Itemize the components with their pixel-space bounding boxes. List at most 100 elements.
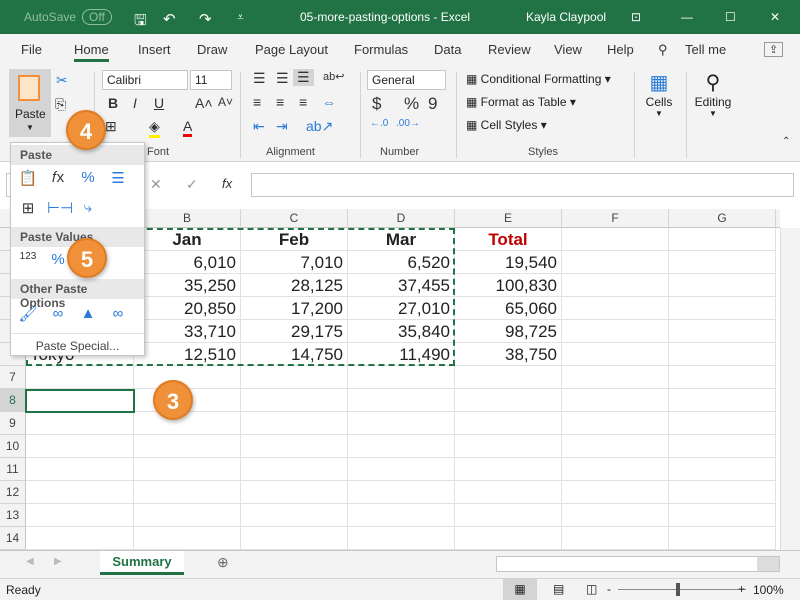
- editing-button[interactable]: ⚲ Editing ▼: [692, 70, 734, 118]
- cell[interactable]: [26, 366, 134, 389]
- formula-input[interactable]: [251, 173, 794, 197]
- page-break-view-icon[interactable]: ◫: [586, 582, 597, 596]
- prev-sheet-icon[interactable]: ◀: [26, 556, 34, 567]
- column-header-f[interactable]: F: [562, 209, 669, 228]
- cell[interactable]: [669, 297, 776, 320]
- values-number-format-icon[interactable]: %: [47, 251, 69, 275]
- cell[interactable]: [134, 412, 241, 435]
- paste-formulas-number-format-icon[interactable]: %: [77, 169, 99, 193]
- cell[interactable]: [241, 412, 348, 435]
- cell[interactable]: [562, 297, 669, 320]
- conditional-formatting-button[interactable]: ▦ Conditional Formatting ▾: [466, 72, 611, 86]
- vertical-scrollbar[interactable]: [780, 228, 800, 550]
- cell[interactable]: 38,750: [455, 343, 562, 366]
- increase-font-icon[interactable]: A˄: [195, 95, 213, 111]
- cell[interactable]: [669, 435, 776, 458]
- decrease-font-icon[interactable]: A˅: [218, 95, 233, 109]
- zoom-slider-thumb[interactable]: [676, 583, 680, 596]
- column-header-b[interactable]: B: [134, 209, 241, 228]
- cell[interactable]: [348, 435, 455, 458]
- column-header-d[interactable]: D: [348, 209, 455, 228]
- cell[interactable]: 19,540: [455, 251, 562, 274]
- no-borders-icon[interactable]: ⊞: [17, 199, 39, 223]
- page-layout-view-icon[interactable]: ▤: [553, 582, 564, 596]
- bold-icon[interactable]: B: [108, 95, 118, 111]
- cell[interactable]: [669, 504, 776, 527]
- cell[interactable]: [455, 412, 562, 435]
- cell[interactable]: [455, 366, 562, 389]
- font-size-select[interactable]: 11: [190, 70, 232, 90]
- cell[interactable]: [26, 481, 134, 504]
- cell-styles-button[interactable]: ▦ Cell Styles ▾: [466, 118, 547, 132]
- align-center-icon[interactable]: ≡: [276, 94, 284, 110]
- align-left-icon[interactable]: ≡: [253, 94, 261, 110]
- sheet-tab-summary[interactable]: Summary: [100, 551, 184, 575]
- paste-icon[interactable]: 📋: [17, 169, 39, 193]
- undo-icon[interactable]: ↶: [163, 10, 176, 28]
- cell[interactable]: [348, 366, 455, 389]
- align-middle-icon[interactable]: ☰: [276, 70, 289, 87]
- picture-icon[interactable]: ▲: [77, 305, 99, 329]
- align-top-icon[interactable]: ☰: [253, 70, 266, 87]
- cell[interactable]: [669, 228, 776, 251]
- italic-icon[interactable]: I: [133, 95, 137, 111]
- currency-icon[interactable]: $: [372, 94, 381, 114]
- next-sheet-icon[interactable]: ▶: [54, 556, 62, 567]
- cell[interactable]: [241, 458, 348, 481]
- cell[interactable]: [562, 274, 669, 297]
- tell-me-search[interactable]: Tell me: [685, 42, 726, 57]
- wrap-text-icon[interactable]: ab↩: [323, 70, 344, 83]
- cell[interactable]: [241, 389, 348, 412]
- cell[interactable]: [669, 343, 776, 366]
- cut-icon[interactable]: ✂: [56, 72, 68, 89]
- cell[interactable]: [241, 366, 348, 389]
- cell[interactable]: [241, 504, 348, 527]
- row-header[interactable]: 7: [0, 366, 26, 389]
- cell[interactable]: [348, 458, 455, 481]
- decrease-decimal-icon[interactable]: .00→: [396, 118, 420, 129]
- keep-column-widths-icon[interactable]: ⊢⊣: [47, 199, 73, 223]
- cell[interactable]: [134, 481, 241, 504]
- insert-function-icon[interactable]: fx: [222, 176, 232, 191]
- close-icon[interactable]: ✕: [770, 10, 780, 24]
- cell[interactable]: [455, 458, 562, 481]
- row-header[interactable]: 9: [0, 412, 26, 435]
- cell[interactable]: [562, 366, 669, 389]
- linked-picture-icon[interactable]: ∞: [107, 305, 129, 329]
- row-header[interactable]: 14: [0, 527, 26, 550]
- cell[interactable]: [669, 458, 776, 481]
- transpose-icon[interactable]: ⤷: [77, 199, 99, 223]
- formatting-icon[interactable]: 🖌: [17, 305, 39, 329]
- tab-review[interactable]: Review: [488, 42, 531, 57]
- row-header[interactable]: 10: [0, 435, 26, 458]
- zoom-in-icon[interactable]: +: [738, 582, 745, 596]
- tab-data[interactable]: Data: [434, 42, 461, 57]
- minimize-icon[interactable]: —: [681, 10, 693, 24]
- increase-decimal-icon[interactable]: ←.0: [370, 118, 388, 129]
- save-icon[interactable]: 🖫: [134, 10, 147, 35]
- tab-help[interactable]: Help: [607, 42, 634, 57]
- decrease-indent-icon[interactable]: ⇤: [253, 118, 265, 135]
- cell[interactable]: [562, 251, 669, 274]
- format-as-table-button[interactable]: ▦ Format as Table ▾: [466, 95, 576, 109]
- maximize-icon[interactable]: ☐: [725, 10, 736, 24]
- column-header-c[interactable]: C: [241, 209, 348, 228]
- align-bottom-icon[interactable]: ☰: [293, 69, 314, 86]
- cell[interactable]: [241, 481, 348, 504]
- cell[interactable]: 65,060: [455, 297, 562, 320]
- cell[interactable]: [669, 412, 776, 435]
- cell[interactable]: [348, 412, 455, 435]
- active-cell-a8[interactable]: [25, 389, 135, 413]
- cell[interactable]: [26, 435, 134, 458]
- copy-icon[interactable]: ⎘: [55, 96, 66, 113]
- cell[interactable]: [562, 389, 669, 412]
- cell[interactable]: 100,830: [455, 274, 562, 297]
- share-icon[interactable]: ⇪: [764, 42, 784, 57]
- cell[interactable]: [562, 481, 669, 504]
- row-header[interactable]: 11: [0, 458, 26, 481]
- tab-formulas[interactable]: Formulas: [354, 42, 408, 57]
- underline-icon[interactable]: U: [154, 95, 164, 111]
- cell[interactable]: [562, 412, 669, 435]
- cell[interactable]: [669, 320, 776, 343]
- cell[interactable]: [562, 320, 669, 343]
